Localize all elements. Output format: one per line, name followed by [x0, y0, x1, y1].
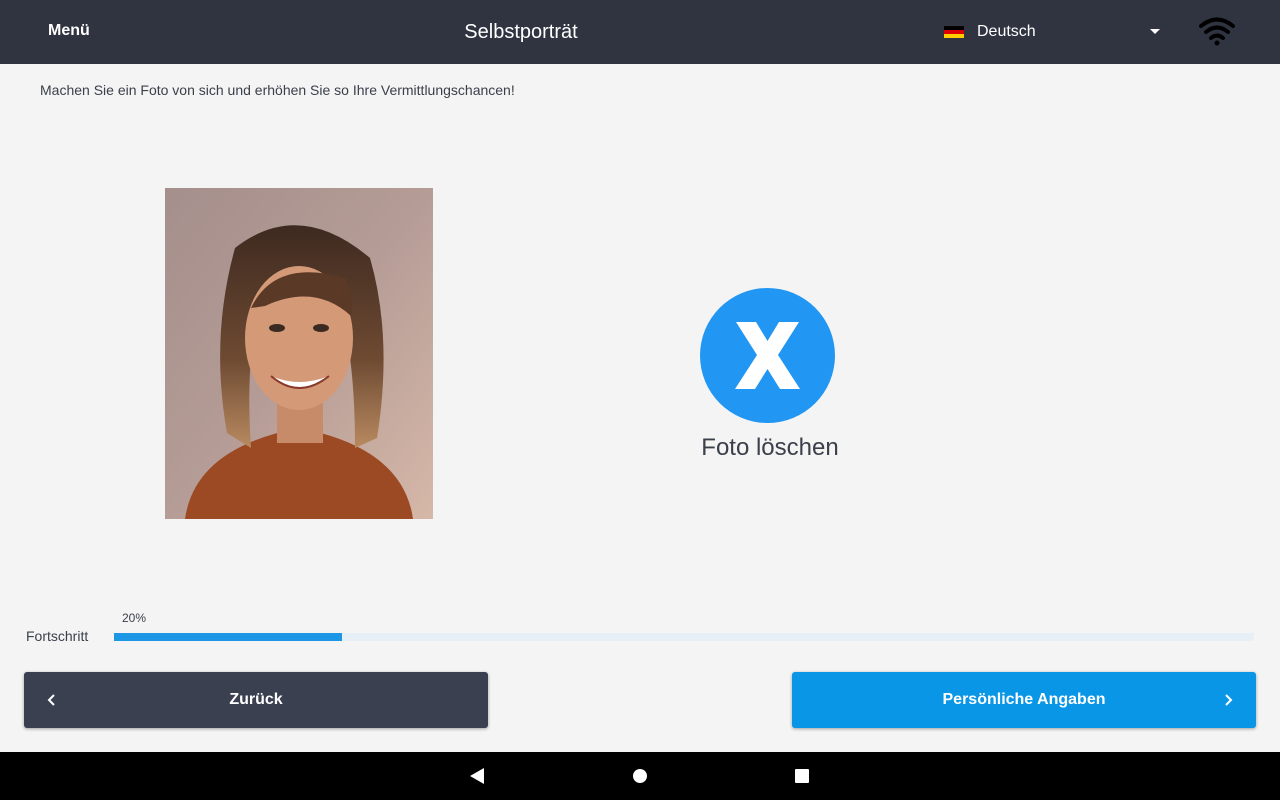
language-selector[interactable]: Deutsch: [944, 18, 1170, 46]
intro-text: Machen Sie ein Foto von sich und erhöhen…: [40, 82, 515, 98]
chevron-right-icon: [1225, 694, 1233, 706]
delete-photo-button[interactable]: Foto löschen: [690, 288, 850, 468]
nav-recents-icon[interactable]: [795, 769, 809, 783]
delete-x-icon: [700, 288, 835, 423]
progress-percent: 20%: [122, 611, 147, 625]
progress-label: Fortschritt: [26, 628, 89, 644]
page-title: Selbstporträt: [464, 21, 578, 43]
delete-photo-label: Foto löschen: [701, 434, 839, 461]
nav-back-icon[interactable]: [468, 767, 486, 785]
progress-bar-fill: [114, 633, 342, 641]
selfie-photo: [165, 188, 433, 519]
next-button[interactable]: Persönliche Angaben: [792, 672, 1256, 728]
back-button-label: Zurück: [229, 691, 283, 708]
system-navigation-bar: [0, 752, 1280, 800]
germany-flag-icon: [944, 26, 964, 38]
top-app-bar: Menü Selbstporträt Deutsch: [0, 0, 1280, 64]
language-label: Deutsch: [977, 23, 1036, 40]
nav-home-icon[interactable]: [633, 769, 647, 783]
back-button[interactable]: Zurück: [24, 672, 488, 728]
progress-bar: [114, 633, 1254, 641]
next-button-label: Persönliche Angaben: [942, 691, 1106, 708]
wifi-icon: [1199, 17, 1235, 46]
dropdown-caret-icon: [1150, 29, 1160, 34]
